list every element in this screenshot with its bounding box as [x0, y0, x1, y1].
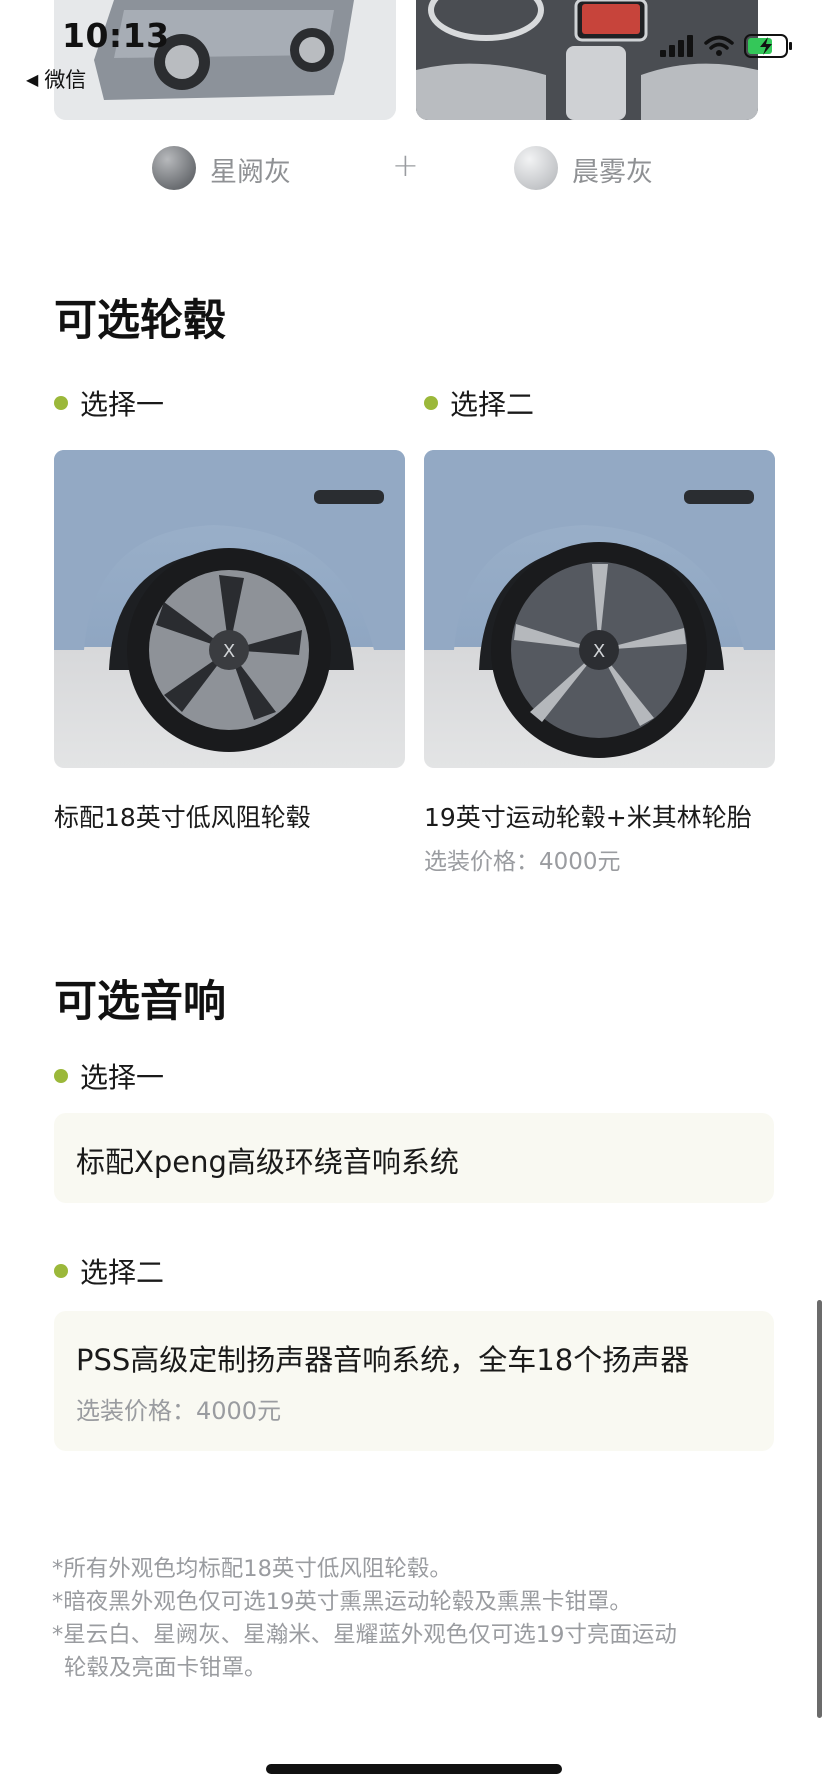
audio-section-title: 可选音响: [54, 977, 226, 1027]
scrollbar[interactable]: [817, 1300, 822, 1718]
audio-option-1-card[interactable]: 标配Xpeng高级环绕音响系统: [54, 1113, 774, 1203]
car-interior-illustration: [416, 0, 758, 120]
audio-option-2-price: 选装价格：4000元: [76, 1397, 282, 1425]
bullet-dot-icon: [54, 396, 68, 410]
wheel-option-2-price: 选装价格：4000元: [424, 849, 621, 875]
wheel-option-2-image[interactable]: X: [424, 450, 775, 768]
exterior-color-label: 星阙灰: [210, 157, 291, 188]
audio-option-1-label: 选择一: [80, 1061, 165, 1094]
wifi-icon: [704, 35, 734, 56]
wheels-section-title: 可选轮毂: [54, 296, 226, 346]
battery-charging-icon: [744, 34, 792, 58]
exterior-color-swatch[interactable]: [152, 146, 196, 190]
back-to-wechat[interactable]: ◀ 微信: [26, 64, 86, 94]
wheel-option-2-header: 选择二: [424, 383, 534, 423]
svg-text:X: X: [223, 641, 235, 662]
audio-option-2-header: 选择二: [54, 1251, 164, 1291]
audio-option-1-header: 选择一: [54, 1056, 164, 1096]
interior-car-image[interactable]: [416, 0, 758, 120]
back-app-label: 微信: [44, 68, 87, 92]
back-arrow-icon: ◀: [26, 69, 39, 89]
bullet-dot-icon: [424, 396, 438, 410]
signal-icon: [660, 35, 693, 57]
wheel-option-1-image[interactable]: X: [54, 450, 405, 768]
wheel-19-inch-illustration: X: [424, 450, 775, 758]
footnotes: *所有外观色均标配18英寸低风阻轮毂。 *暗夜黑外观色仅可选19英寸熏黑运动轮毂…: [52, 1553, 772, 1685]
status-icons: [660, 34, 794, 58]
home-indicator[interactable]: [266, 1764, 562, 1774]
audio-option-2-label: 选择二: [80, 1256, 165, 1289]
interior-color-label: 晨雾灰: [572, 157, 653, 188]
footnote: *暗夜黑外观色仅可选19英寸熏黑运动轮毂及熏黑卡钳罩。: [52, 1589, 632, 1615]
wheel-option-2-caption: 19英寸运动轮毂+米其林轮胎: [424, 803, 752, 832]
status-time: 10:13: [62, 16, 170, 55]
color-combination-row: 星阙灰 + 晨雾灰: [0, 146, 828, 194]
bullet-dot-icon: [54, 1069, 68, 1083]
footnote: *所有外观色均标配18英寸低风阻轮毂。: [52, 1556, 452, 1582]
audio-option-2-text: PSS高级定制扬声器音响系统，全车18个扬声器: [76, 1343, 690, 1377]
audio-option-1-text: 标配Xpeng高级环绕音响系统: [76, 1145, 459, 1179]
footnote: 轮毂及亮面卡钳罩。: [64, 1655, 267, 1681]
footnote: *星云白、星阙灰、星瀚米、星耀蓝外观色仅可选19寸亮面运动: [52, 1622, 677, 1648]
svg-text:X: X: [593, 641, 605, 662]
audio-option-2-card[interactable]: PSS高级定制扬声器音响系统，全车18个扬声器 选装价格：4000元: [54, 1311, 774, 1451]
wheel-option-1-caption: 标配18英寸低风阻轮毂: [54, 803, 311, 832]
wheel-option-2-label: 选择二: [450, 388, 535, 421]
interior-color-swatch[interactable]: [514, 146, 558, 190]
wheel-option-1-header: 选择一: [54, 383, 164, 423]
wheel-option-1-label: 选择一: [80, 388, 165, 421]
bullet-dot-icon: [54, 1264, 68, 1278]
wheel-18-inch-illustration: X: [54, 450, 405, 752]
plus-icon: +: [392, 146, 419, 184]
page: 10:13 ◀ 微信 星阙灰 + 晨雾灰 可选轮毂 选择一 选择二 X X 标配…: [0, 0, 828, 1792]
